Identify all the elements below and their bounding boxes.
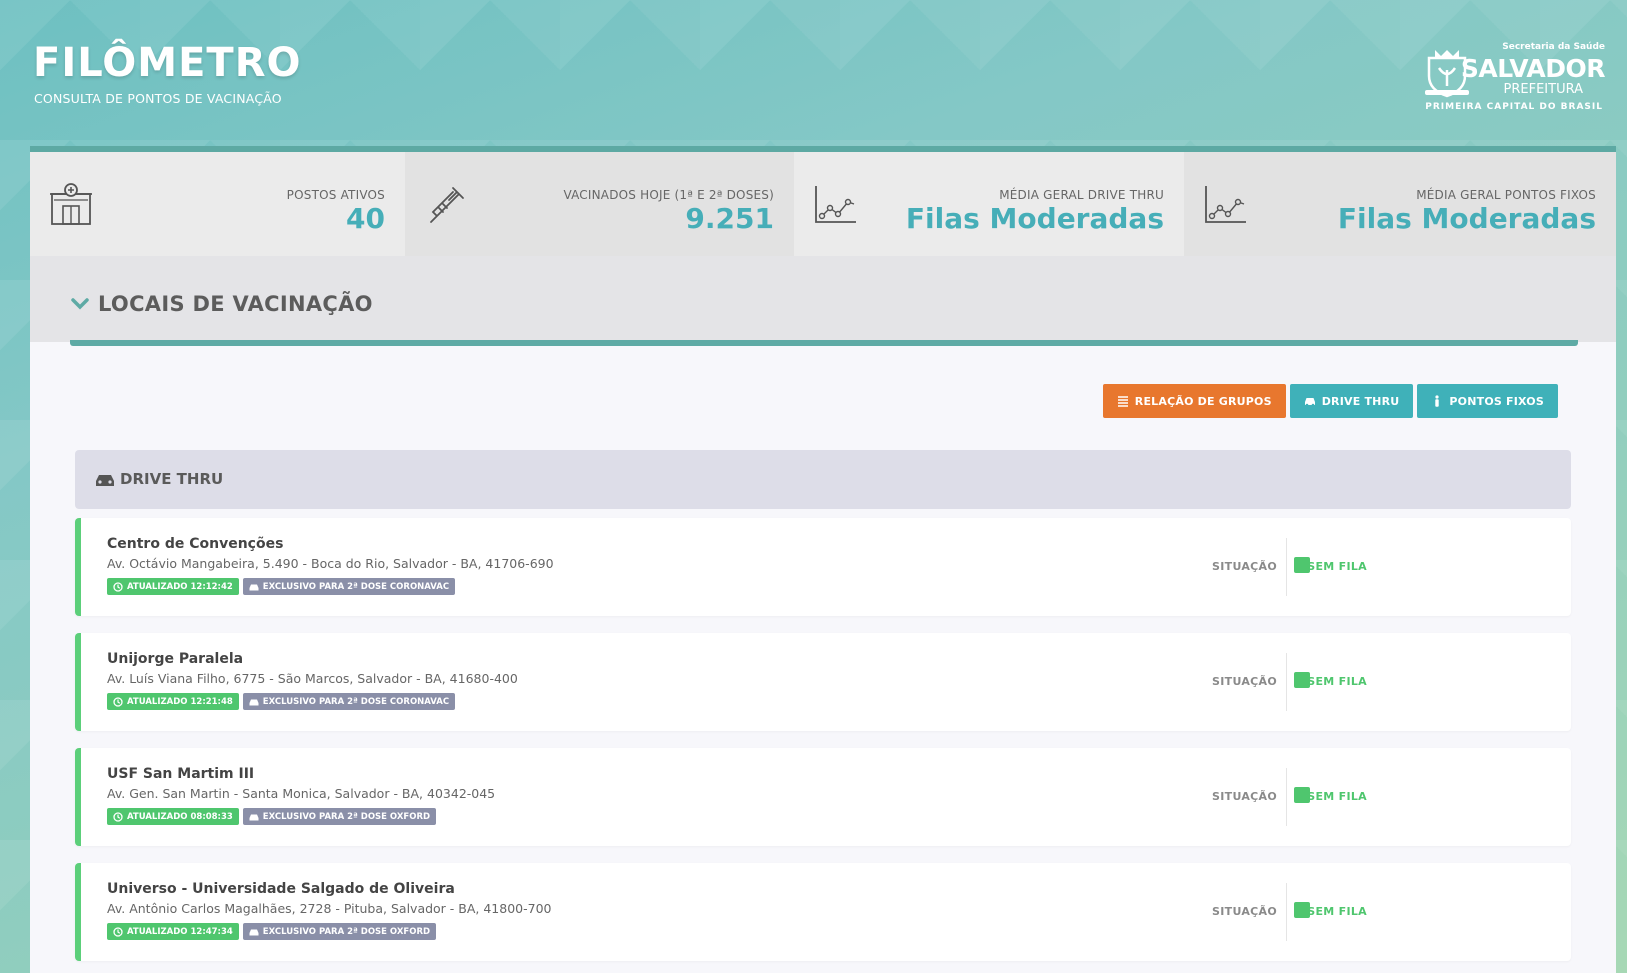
updated-badge: ATUALIZADO 12:12:42	[107, 578, 239, 595]
stat-fixed-points-average: MÉDIA GERAL PONTOS FIXOS Filas Moderadas	[1184, 152, 1616, 256]
situation-label: SITUAÇÃO	[1212, 675, 1277, 688]
stat-value: 9.251	[685, 202, 774, 235]
location-card[interactable]: Universo - Universidade Salgado de Olive…	[75, 863, 1571, 961]
car-icon	[96, 475, 114, 486]
exclusive-text: EXCLUSIVO PARA 2ª DOSE OXFORD	[262, 811, 431, 822]
location-address: Av. Antônio Carlos Magalhães, 2728 - Pit…	[107, 901, 552, 916]
salvador-logo[interactable]: Secretaria da Saúde SALVADOR PREFEITURA …	[1421, 40, 1611, 116]
location-tags: ATUALIZADO 12:12:42 EXCLUSIVO PARA 2ª DO…	[107, 578, 456, 595]
line-chart-icon	[815, 186, 856, 223]
clock-icon	[113, 581, 123, 592]
stat-vaccinated-today: VACINADOS HOJE (1ª E 2ª DOSES) 9.251	[405, 152, 794, 256]
exclusive-badge: EXCLUSIVO PARA 2ª DOSE CORONAVAC	[242, 693, 456, 710]
drive-thru-button[interactable]: DRIVE THRU	[1289, 384, 1414, 418]
stat-value: Filas Moderadas	[905, 202, 1164, 235]
updated-text: ATUALIZADO 12:47:34	[127, 926, 233, 937]
stat-drive-thru-average: MÉDIA GERAL DRIVE THRU Filas Moderadas	[794, 152, 1184, 256]
status-text: SEM FILA	[1307, 560, 1367, 573]
clock-icon	[113, 811, 123, 822]
status-text: SEM FILA	[1307, 905, 1367, 918]
exclusive-badge: EXCLUSIVO PARA 2ª DOSE CORONAVAC	[242, 578, 456, 595]
location-name: Unijorge Paralela	[107, 651, 244, 667]
status-text: SEM FILA	[1307, 790, 1367, 803]
updated-badge: ATUALIZADO 12:47:34	[107, 923, 239, 940]
stat-value: Filas Moderadas	[1337, 202, 1596, 235]
location-address: Av. Gen. San Martin - Santa Monica, Salv…	[107, 786, 496, 801]
location-address: Av. Luís Viana Filho, 6775 - São Marcos,…	[107, 671, 518, 686]
location-tags: ATUALIZADO 08:08:33 EXCLUSIVO PARA 2ª DO…	[107, 808, 437, 825]
location-name: Centro de Convenções	[107, 536, 284, 552]
location-address: Av. Octávio Mangabeira, 5.490 - Boca do …	[107, 556, 554, 571]
divider	[1286, 538, 1287, 596]
logo-secretaria: Secretaria da Saúde	[1502, 42, 1605, 52]
group-title: DRIVE THRU	[120, 470, 224, 488]
filter-buttons: RELAÇÃO DE GRUPOS DRIVE THRU PONTOS FIXO…	[1102, 384, 1558, 418]
drive-thru-button-label: DRIVE THRU	[1321, 394, 1400, 408]
logo-prefeitura: PREFEITURA	[1503, 82, 1583, 97]
stat-label: VACINADOS HOJE (1ª E 2ª DOSES)	[563, 188, 774, 202]
stat-active-posts: POSTOS ATIVOS 40	[30, 152, 405, 256]
situation-label: SITUAÇÃO	[1212, 560, 1277, 573]
divider	[1286, 768, 1287, 826]
app-subtitle: CONSULTA DE PONTOS DE VACINAÇÃO	[34, 91, 282, 106]
chevron-down-icon	[71, 298, 89, 310]
person-icon	[1435, 395, 1440, 407]
divider	[1286, 883, 1287, 941]
stat-label: POSTOS ATIVOS	[286, 188, 385, 202]
exclusive-badge: EXCLUSIVO PARA 2ª DOSE OXFORD	[242, 808, 437, 825]
group-header-drive-thru: DRIVE THRU	[75, 450, 1571, 509]
exclusive-text: EXCLUSIVO PARA 2ª DOSE OXFORD	[262, 926, 431, 937]
exclusive-badge: EXCLUSIVO PARA 2ª DOSE OXFORD	[242, 923, 437, 940]
location-tags: ATUALIZADO 12:21:48 EXCLUSIVO PARA 2ª DO…	[107, 693, 456, 710]
car-icon	[249, 584, 259, 590]
groups-button[interactable]: RELAÇÃO DE GRUPOS	[1102, 384, 1286, 418]
syringe-icon	[430, 187, 464, 223]
clock-icon	[113, 926, 123, 937]
stats-strip: POSTOS ATIVOS 40 VACINADOS HOJE (1ª E 2ª…	[30, 146, 1616, 256]
updated-text: ATUALIZADO 12:21:48	[127, 696, 233, 707]
location-name: Universo - Universidade Salgado de Olive…	[107, 881, 455, 897]
groups-button-label: RELAÇÃO DE GRUPOS	[1134, 394, 1272, 408]
stat-label: MÉDIA GERAL PONTOS FIXOS	[1416, 188, 1596, 202]
location-tags: ATUALIZADO 12:47:34 EXCLUSIVO PARA 2ª DO…	[107, 923, 437, 940]
app-title: FILÔMETRO	[33, 40, 302, 86]
stat-label: MÉDIA GERAL DRIVE THRU	[999, 188, 1164, 202]
exclusive-text: EXCLUSIVO PARA 2ª DOSE CORONAVAC	[262, 581, 450, 592]
location-card[interactable]: Unijorge Paralela Av. Luís Viana Filho, …	[75, 633, 1571, 731]
stat-value: 40	[346, 202, 385, 235]
car-icon	[249, 814, 259, 820]
situation-label: SITUAÇÃO	[1212, 905, 1277, 918]
updated-text: ATUALIZADO 12:12:42	[127, 581, 233, 592]
fixed-points-button[interactable]: PONTOS FIXOS	[1417, 384, 1558, 418]
section-header-locations[interactable]: LOCAIS DE VACINAÇÃO	[30, 256, 1616, 342]
exclusive-text: EXCLUSIVO PARA 2ª DOSE CORONAVAC	[262, 696, 450, 707]
section-title: LOCAIS DE VACINAÇÃO	[98, 292, 373, 316]
fixed-points-button-label: PONTOS FIXOS	[1449, 394, 1544, 408]
status-text: SEM FILA	[1307, 675, 1367, 688]
list-icon	[1117, 396, 1128, 407]
location-card[interactable]: USF San Martim III Av. Gen. San Martin -…	[75, 748, 1571, 846]
section-divider	[70, 340, 1578, 346]
line-chart-icon	[1205, 186, 1246, 223]
situation-label: SITUAÇÃO	[1212, 790, 1277, 803]
clock-icon	[113, 696, 123, 707]
building-icon	[50, 183, 92, 225]
main-panel: LOCAIS DE VACINAÇÃO RELAÇÃO DE GRUPOS DR…	[30, 256, 1616, 973]
updated-badge: ATUALIZADO 08:08:33	[107, 808, 239, 825]
location-name: USF San Martim III	[107, 766, 255, 782]
updated-text: ATUALIZADO 08:08:33	[127, 811, 233, 822]
car-icon	[1304, 398, 1315, 407]
logo-tagline: PRIMEIRA CAPITAL DO BRASIL	[1425, 102, 1603, 112]
updated-badge: ATUALIZADO 12:21:48	[107, 693, 239, 710]
page-header: FILÔMETRO CONSULTA DE PONTOS DE VACINAÇÃ…	[0, 0, 1627, 148]
location-card[interactable]: Centro de Convenções Av. Octávio Mangabe…	[75, 518, 1571, 616]
divider	[1286, 653, 1287, 711]
logo-city: SALVADOR	[1460, 54, 1606, 83]
car-icon	[249, 699, 259, 705]
car-icon	[249, 929, 259, 935]
